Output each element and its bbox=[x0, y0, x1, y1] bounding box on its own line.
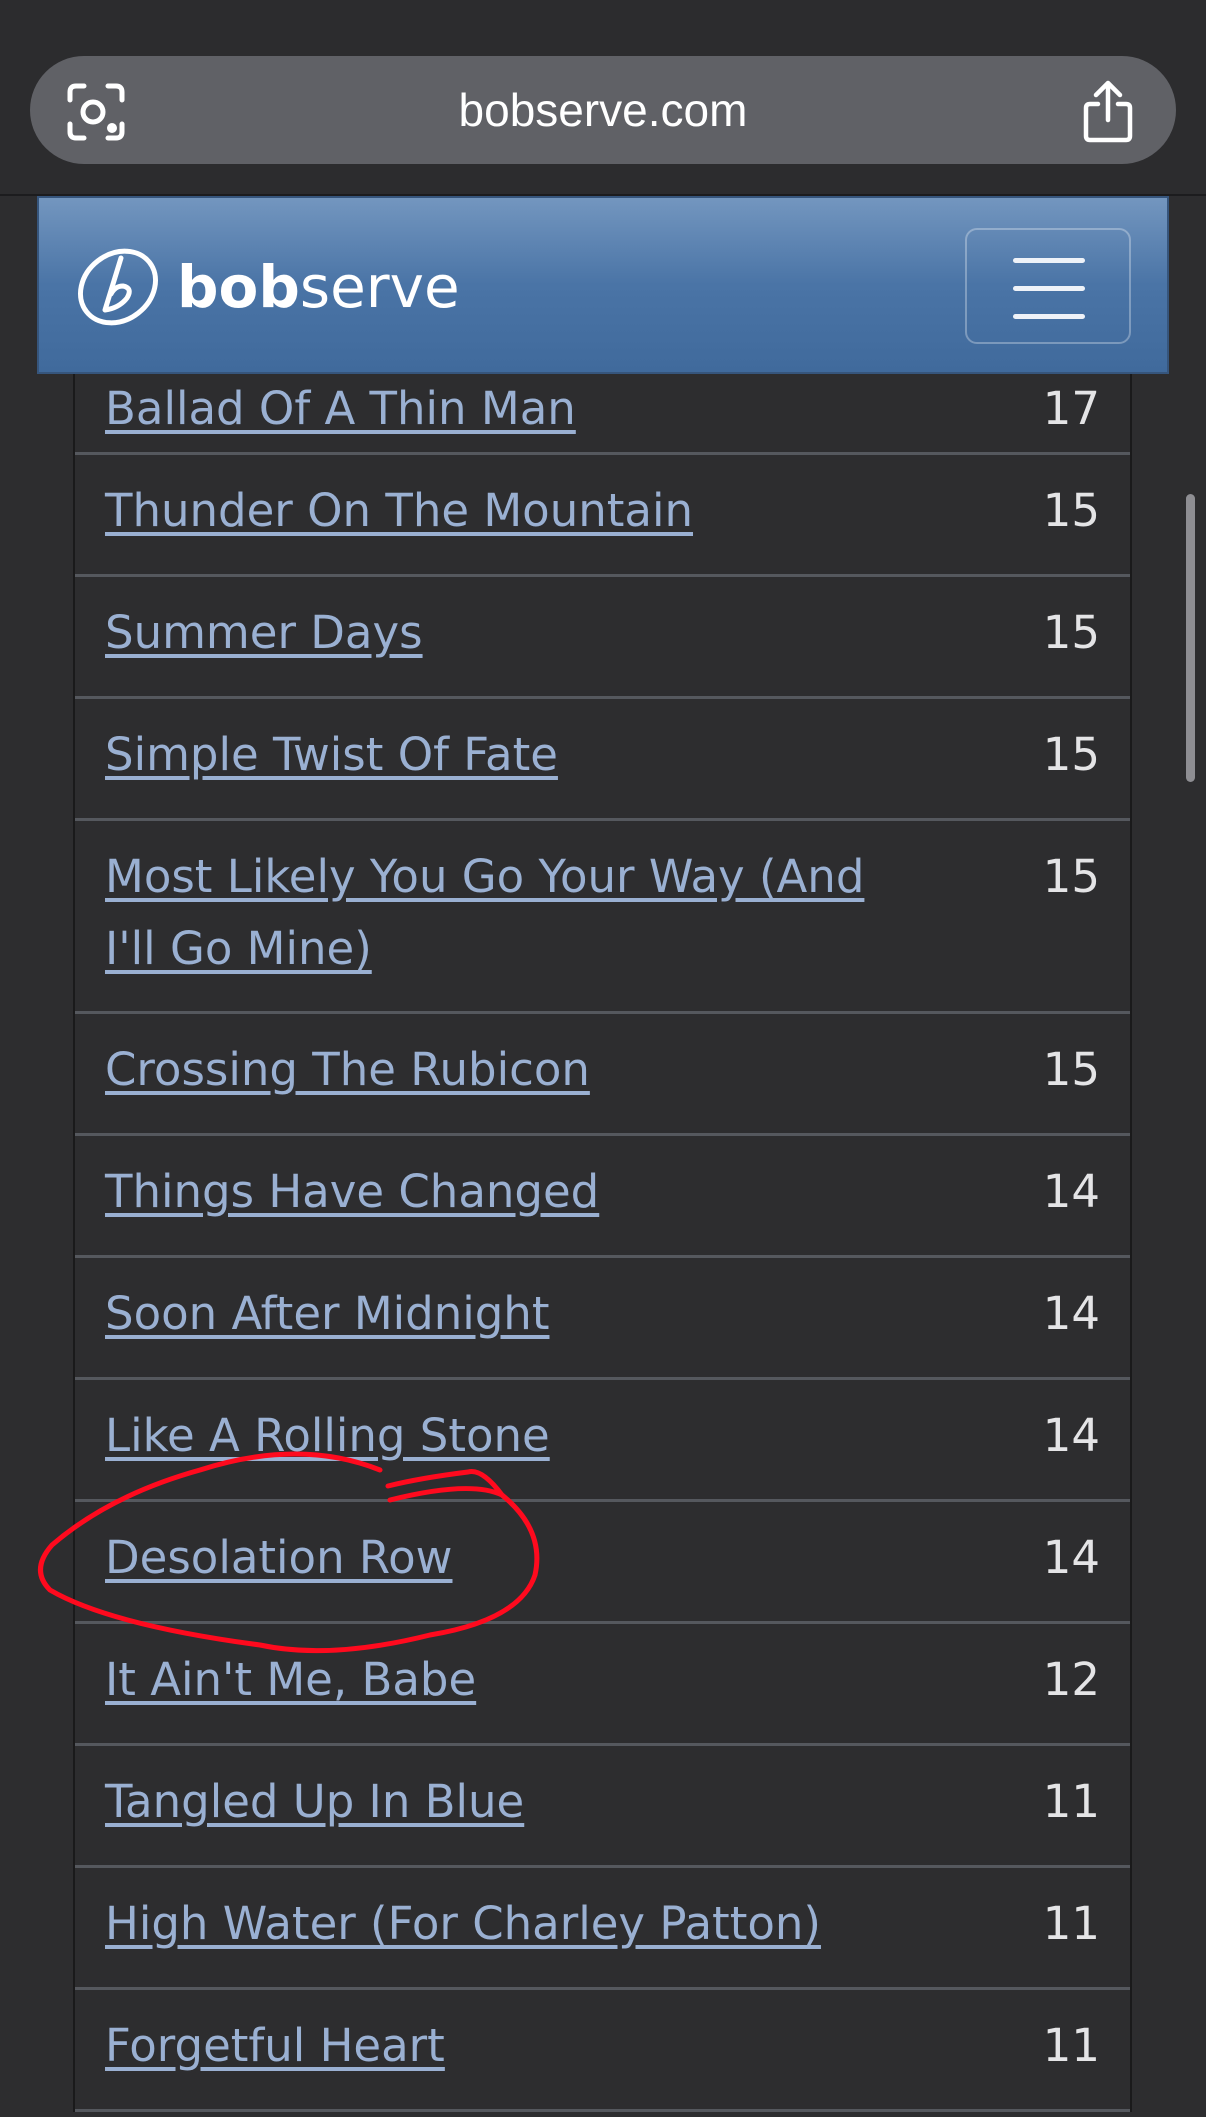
song-title-link[interactable]: Tangled Up In Blue bbox=[105, 1766, 865, 1838]
browser-toolbar: bobserve.com bbox=[0, 0, 1206, 196]
site-navbar: bobserve bbox=[37, 196, 1169, 374]
song-list: Ballad Of A Thin Man 17 Thunder On The Mou… bbox=[73, 373, 1132, 2112]
song-row: Desolation Row 14 bbox=[75, 1502, 1130, 1624]
play-count: 17 bbox=[1042, 382, 1100, 435]
song-title-link[interactable]: Simple Twist Of Fate bbox=[105, 719, 865, 791]
song-row: Thunder On The Mountain 15 bbox=[75, 455, 1130, 577]
play-count: 15 bbox=[1042, 850, 1100, 903]
song-title-link[interactable]: Thunder On The Mountain bbox=[105, 475, 865, 547]
play-count: 14 bbox=[1042, 1531, 1100, 1584]
song-row: Simple Twist Of Fate 15 bbox=[75, 699, 1130, 821]
song-row: Crossing The Rubicon 15 bbox=[75, 1014, 1130, 1136]
bobserve-logo-icon[interactable] bbox=[75, 244, 161, 330]
song-row: Things Have Changed 14 bbox=[75, 1136, 1130, 1258]
song-row: Soon After Midnight 14 bbox=[75, 1258, 1130, 1380]
play-count: 14 bbox=[1042, 1287, 1100, 1340]
brand-regular: serve bbox=[299, 253, 460, 321]
address-bar[interactable]: bobserve.com bbox=[30, 56, 1176, 164]
brand-bold: bob bbox=[177, 253, 300, 321]
song-row: It Ain't Me, Babe 12 bbox=[75, 1624, 1130, 1746]
share-icon[interactable] bbox=[1078, 80, 1138, 144]
song-title-link[interactable]: It Ain't Me, Babe bbox=[105, 1644, 865, 1716]
song-row: Like A Rolling Stone 14 bbox=[75, 1380, 1130, 1502]
song-title-link[interactable]: Desolation Row bbox=[105, 1522, 865, 1594]
song-row: High Water (For Charley Patton) 11 bbox=[75, 1868, 1130, 1990]
page-scrollbar[interactable] bbox=[1186, 494, 1195, 782]
play-count: 11 bbox=[1042, 2019, 1100, 2072]
play-count: 15 bbox=[1042, 606, 1100, 659]
song-row: Ballad Of A Thin Man 17 bbox=[75, 373, 1130, 455]
song-title-link[interactable]: Ballad Of A Thin Man bbox=[105, 373, 865, 445]
brand-name[interactable]: bobserve bbox=[177, 242, 460, 332]
song-title-link[interactable]: High Water (For Charley Patton) bbox=[105, 1888, 865, 1960]
play-count: 15 bbox=[1042, 1043, 1100, 1096]
song-title-link[interactable]: Forgetful Heart bbox=[105, 2010, 865, 2082]
play-count: 15 bbox=[1042, 484, 1100, 537]
play-count: 12 bbox=[1042, 1653, 1100, 1706]
play-count: 15 bbox=[1042, 728, 1100, 781]
song-title-link[interactable]: Like A Rolling Stone bbox=[105, 1400, 865, 1472]
menu-toggle-button[interactable] bbox=[965, 228, 1131, 344]
play-count: 11 bbox=[1042, 1775, 1100, 1828]
song-title-link[interactable]: Summer Days bbox=[105, 597, 865, 669]
play-count: 11 bbox=[1042, 1897, 1100, 1950]
song-title-link[interactable]: Crossing The Rubicon bbox=[105, 1034, 865, 1106]
play-count: 14 bbox=[1042, 1165, 1100, 1218]
song-title-link[interactable]: Soon After Midnight bbox=[105, 1278, 865, 1350]
song-title-link[interactable]: Things Have Changed bbox=[105, 1156, 865, 1228]
song-title-link[interactable]: Most Likely You Go Your Way (And I'll Go… bbox=[105, 841, 865, 985]
song-row: Summer Days 15 bbox=[75, 577, 1130, 699]
song-row: Tangled Up In Blue 11 bbox=[75, 1746, 1130, 1868]
url-text: bobserve.com bbox=[458, 84, 748, 136]
song-row: Most Likely You Go Your Way (And I'll Go… bbox=[75, 821, 1130, 1014]
play-count: 14 bbox=[1042, 1409, 1100, 1462]
song-row: Forgetful Heart 11 bbox=[75, 1990, 1130, 2112]
